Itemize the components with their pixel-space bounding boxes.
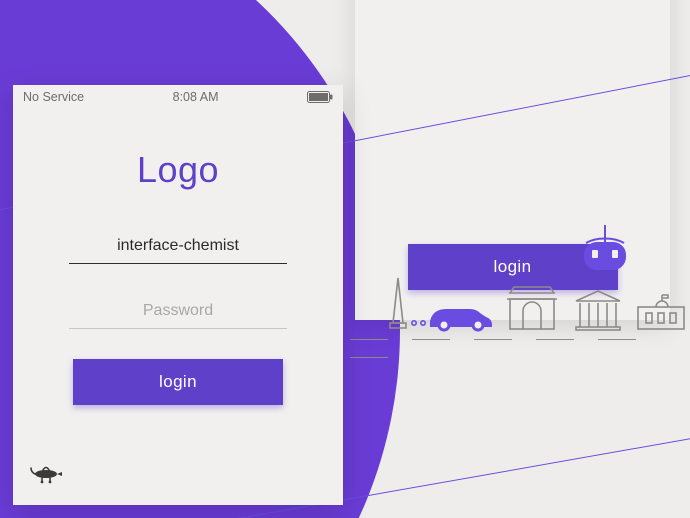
clock-label: 8:08 AM	[173, 90, 219, 104]
secondary-panel: login	[355, 0, 670, 320]
password-input[interactable]	[69, 294, 287, 329]
login-button[interactable]: login	[73, 359, 283, 405]
logo-text: Logo	[13, 149, 343, 191]
battery-icon	[307, 91, 333, 103]
road-dashes	[350, 331, 690, 367]
status-bar: No Service 8:08 AM	[13, 85, 343, 104]
login-button-secondary[interactable]: login	[408, 244, 618, 290]
plane-icon	[29, 462, 63, 489]
login-form: login	[13, 229, 343, 405]
carrier-label: No Service	[23, 90, 84, 104]
username-input[interactable]	[69, 229, 287, 264]
phone-mock: No Service 8:08 AM Logo login	[13, 85, 343, 505]
